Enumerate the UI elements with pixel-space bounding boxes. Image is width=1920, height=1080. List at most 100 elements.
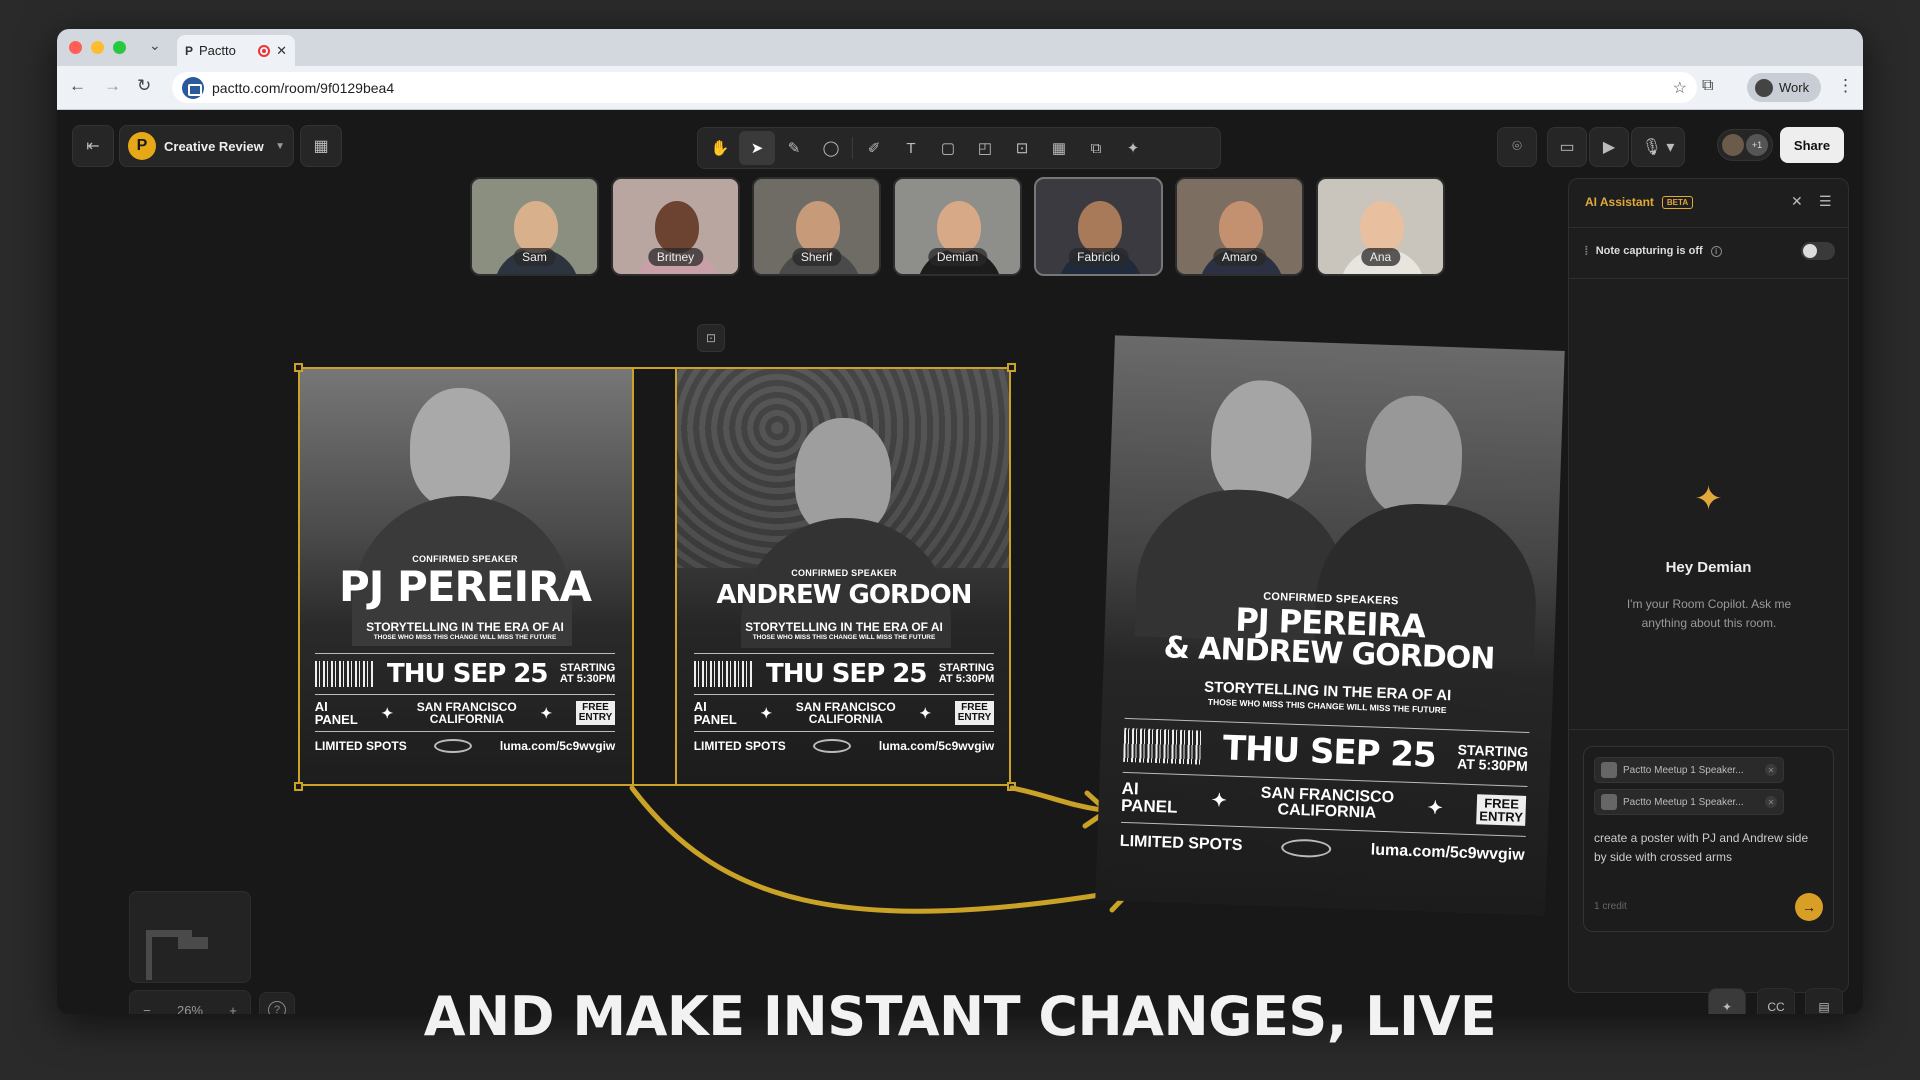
poster-combined[interactable]: CONFIRMED SPEAKERS PJ PEREIRA & ANDREW G…	[1095, 335, 1565, 916]
toolbar-separator	[852, 137, 853, 159]
pencil-icon[interactable]: ✐	[856, 131, 892, 165]
url-text: pactto.com/room/9f0129bea4	[212, 79, 395, 96]
back-arrow-icon[interactable]: ←	[69, 76, 86, 96]
attachment-chip[interactable]: Pactto Meetup 1 Speaker... ✕	[1594, 789, 1784, 815]
resize-handle[interactable]	[1007, 782, 1016, 791]
long-arrow	[629, 785, 1133, 914]
tab-close-icon[interactable]: ✕	[276, 43, 287, 59]
site-info-icon[interactable]	[182, 76, 204, 99]
sparkle-icon: ✦	[1211, 789, 1228, 810]
profile-avatar	[1755, 78, 1773, 97]
browser-menu-icon[interactable]: ⋮	[1837, 76, 1854, 96]
close-window-button[interactable]	[69, 41, 82, 54]
profile-button[interactable]: Work	[1747, 73, 1821, 102]
short-arrow	[1009, 785, 1105, 813]
info-icon[interactable]: i	[1710, 245, 1722, 257]
prompt-input[interactable]: create a poster with PJ and Andrew side …	[1594, 829, 1822, 867]
app-canvas[interactable]: ⇤ P Creative Review ▼ ▦ ✋ ➤ ✎ ◯ ✐ T ▢ ◰ ⊡ ▦ ⧉ ✦ ⌾ ▭…	[57, 110, 1863, 1014]
resize-handle[interactable]	[294, 363, 303, 372]
attachment-chip[interactable]: Pactto Meetup 1 Speaker... ✕	[1594, 757, 1784, 783]
frame-options-button[interactable]: ⊡	[697, 324, 725, 352]
participant-tile-amaro[interactable]: Amaro	[1175, 177, 1304, 276]
participant-name: Ana	[1360, 248, 1401, 266]
participant-face	[1360, 201, 1404, 253]
camera-icon: ▶	[1602, 139, 1616, 156]
share-button[interactable]: Share	[1780, 127, 1844, 163]
frame-icon: ⊡	[705, 331, 717, 345]
forward-arrow-icon[interactable]: →	[104, 76, 121, 96]
microphone-button[interactable]: 🎙︎ ▾	[1631, 127, 1685, 167]
browser-tab[interactable]: P Pactto ✕	[177, 35, 295, 66]
sticky-note-icon[interactable]: ◰	[967, 131, 1003, 165]
minimap[interactable]	[129, 891, 251, 983]
chevron-down-icon: ▼	[275, 140, 285, 152]
participant-tile-sherif[interactable]: Sherif	[752, 177, 881, 276]
settings-sliders-icon[interactable]: ☰	[1819, 193, 1832, 210]
pen-icon[interactable]: ✎	[776, 131, 812, 165]
remove-attachment-icon[interactable]: ✕	[1765, 796, 1777, 808]
monitor-icon: ▭	[1559, 139, 1575, 156]
face-scan-icon: ⌾	[1512, 138, 1522, 155]
minimize-window-button[interactable]	[91, 41, 104, 54]
screen-share-button[interactable]: ▭	[1547, 127, 1587, 167]
participant-face	[796, 201, 840, 253]
participant-tile-fabricio[interactable]: Fabricio	[1034, 177, 1163, 276]
participant-tile-demian[interactable]: Demian	[893, 177, 1022, 276]
camera-button[interactable]: ▶	[1589, 127, 1629, 167]
url-input[interactable]: pactto.com/room/9f0129bea4 ☆	[172, 72, 1697, 103]
pointer-icon[interactable]: ➤	[739, 131, 775, 165]
tab-title: Pactto	[199, 43, 236, 58]
lasso-icon[interactable]: ◯	[813, 131, 849, 165]
ai-composer[interactable]: Pactto Meetup 1 Speaker... ✕ Pactto Meet…	[1583, 746, 1834, 932]
participant-face	[1078, 201, 1122, 253]
participant-tile-sam[interactable]: Sam	[470, 177, 599, 276]
participant-face	[655, 201, 699, 253]
note-capturing-row: ⦙ Note capturing is off i	[1585, 242, 1835, 260]
apps-grid-button[interactable]: ▦	[300, 125, 342, 167]
participant-name: Britney	[647, 248, 704, 266]
maximize-window-button[interactable]	[113, 41, 126, 54]
poster-free-entry-badge: FREE ENTRY	[1476, 794, 1527, 826]
tab-favicon-icon: P	[185, 43, 194, 58]
tab-list-chevron-icon[interactable]: ⌄	[149, 37, 161, 54]
ai-assistant-panel: AI Assistant BETA ✕ ☰ ⦙ Note capturing i…	[1568, 178, 1849, 993]
participant-name: Sherif	[791, 248, 842, 266]
close-icon[interactable]: ✕	[1791, 193, 1803, 210]
waveform-icon: ⦙	[1585, 243, 1588, 258]
extensions-icon[interactable]: ⧉	[1702, 77, 1713, 95]
grid-icon: ▦	[313, 138, 329, 155]
hand-icon[interactable]: ✋	[702, 131, 738, 165]
frame-icon[interactable]: ⊡	[1004, 131, 1040, 165]
table-icon[interactable]: ▦	[1041, 131, 1077, 165]
poster-location-row: AI PANEL ✦ SAN FRANCISCO CALIFORNIA ✦ FREE…	[1121, 778, 1527, 830]
minimap-shape	[178, 937, 208, 949]
video-caption: AND MAKE INSTANT CHANGES, LIVE	[423, 985, 1497, 1048]
participant-face	[514, 201, 558, 253]
text-icon[interactable]: T	[893, 131, 929, 165]
resize-handle[interactable]	[1007, 363, 1016, 372]
room-selector[interactable]: P Creative Review ▼	[119, 125, 294, 167]
embed-icon[interactable]: ⧉	[1078, 131, 1114, 165]
note-capturing-toggle[interactable]	[1801, 242, 1835, 260]
participant-avatars[interactable]: +1	[1717, 129, 1773, 161]
participant-name: Amaro	[1212, 248, 1267, 266]
credit-cost: 1 credit	[1594, 901, 1627, 912]
leave-room-button[interactable]: ⇤	[72, 125, 114, 167]
face-tracking-button[interactable]: ⌾	[1497, 127, 1537, 167]
send-button[interactable]: →	[1795, 893, 1823, 921]
minimap-shape	[146, 930, 152, 980]
participant-name: Fabricio	[1068, 248, 1129, 266]
participant-name: Demian	[927, 248, 988, 266]
ai-panel-title: AI Assistant	[1585, 195, 1654, 209]
resize-handle[interactable]	[294, 782, 303, 791]
ai-image-icon[interactable]: ✦	[1115, 131, 1151, 165]
reload-icon[interactable]: ↻	[137, 76, 151, 96]
participant-tile-ana[interactable]: Ana	[1316, 177, 1445, 276]
bookmark-star-icon[interactable]: ☆	[1673, 78, 1687, 98]
participant-tile-britney[interactable]: Britney	[611, 177, 740, 276]
browser-window: ⌄ P Pactto ✕ ← → ↻ pactto.com/room/9f012…	[57, 29, 1863, 1014]
participant-face	[1219, 201, 1263, 253]
barcode-graphic	[1122, 727, 1202, 765]
shape-icon[interactable]: ▢	[930, 131, 966, 165]
remove-attachment-icon[interactable]: ✕	[1765, 764, 1777, 776]
